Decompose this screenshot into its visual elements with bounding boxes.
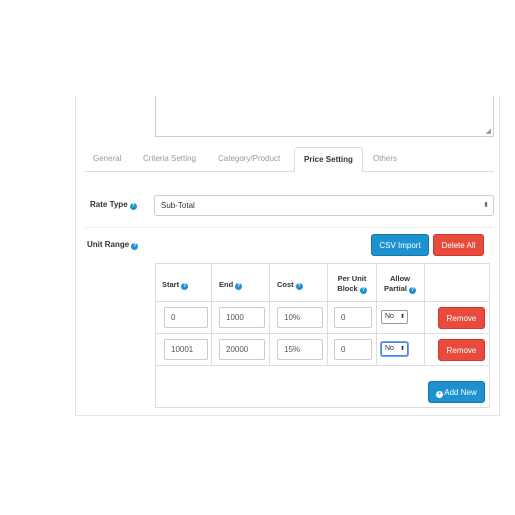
help-icon: ?: [295, 283, 303, 290]
allow-partial-select[interactable]: No ⬍: [381, 310, 408, 324]
tab-criteria-setting[interactable]: Criteria Setting: [134, 147, 205, 172]
select-arrows-icon: ⬍: [483, 202, 489, 209]
rate-type-label: Rate Type?: [90, 200, 137, 210]
cost-input[interactable]: 15%: [277, 339, 323, 360]
tab-general[interactable]: General: [84, 147, 130, 172]
help-icon: ?: [131, 243, 139, 250]
per-unit-block-input[interactable]: 0: [334, 307, 372, 328]
tab-category-product[interactable]: Category/Product: [209, 147, 289, 172]
start-input[interactable]: 10001: [164, 339, 208, 360]
delete-all-button[interactable]: Delete All: [433, 234, 484, 256]
add-new-button[interactable]: + Add New: [428, 381, 485, 403]
column-divider: [424, 263, 425, 365]
row-divider: [155, 333, 490, 334]
column-header-allow-partial: Allow Partial?: [384, 274, 416, 294]
unit-range-label: Unit Range?: [87, 240, 139, 250]
start-input[interactable]: 0: [164, 307, 208, 328]
select-arrows-icon: ⬍: [399, 314, 405, 320]
allow-partial-select[interactable]: No ⬍: [381, 342, 408, 356]
tab-price-setting[interactable]: Price Setting: [294, 147, 363, 173]
column-divider: [327, 263, 328, 365]
help-icon: ?: [408, 287, 416, 294]
help-icon: ?: [359, 287, 367, 294]
column-header-start: Start?: [162, 280, 189, 290]
resize-handle-icon[interactable]: ◢: [486, 128, 491, 135]
column-divider: [269, 263, 270, 365]
rate-type-select[interactable]: Sub-Total ⬍: [154, 195, 494, 216]
help-icon: ?: [181, 283, 189, 290]
help-icon: ?: [235, 283, 243, 290]
remove-button[interactable]: Remove: [438, 307, 485, 329]
column-header-cost: Cost?: [277, 280, 303, 290]
end-input[interactable]: 20000: [219, 339, 265, 360]
column-divider: [376, 263, 377, 365]
remove-button[interactable]: Remove: [438, 339, 485, 361]
select-arrows-icon: ⬍: [399, 346, 405, 352]
description-textarea[interactable]: ◢: [155, 96, 494, 137]
column-header-per-unit-block: Per Unit Block?: [337, 274, 367, 294]
plus-circle-icon: +: [436, 391, 444, 398]
row-divider: [155, 365, 490, 366]
column-header-end: End?: [219, 280, 243, 290]
column-divider: [211, 263, 212, 365]
csv-import-button[interactable]: CSV Import: [371, 234, 429, 256]
end-input[interactable]: 1000: [219, 307, 265, 328]
divider: [84, 227, 494, 228]
per-unit-block-input[interactable]: 0: [334, 339, 372, 360]
tab-others[interactable]: Others: [364, 147, 406, 172]
help-icon: ?: [129, 203, 137, 210]
row-divider: [155, 301, 490, 302]
tab-bar: General Criteria Setting Category/Produc…: [84, 147, 494, 173]
cost-input[interactable]: 10%: [277, 307, 323, 328]
